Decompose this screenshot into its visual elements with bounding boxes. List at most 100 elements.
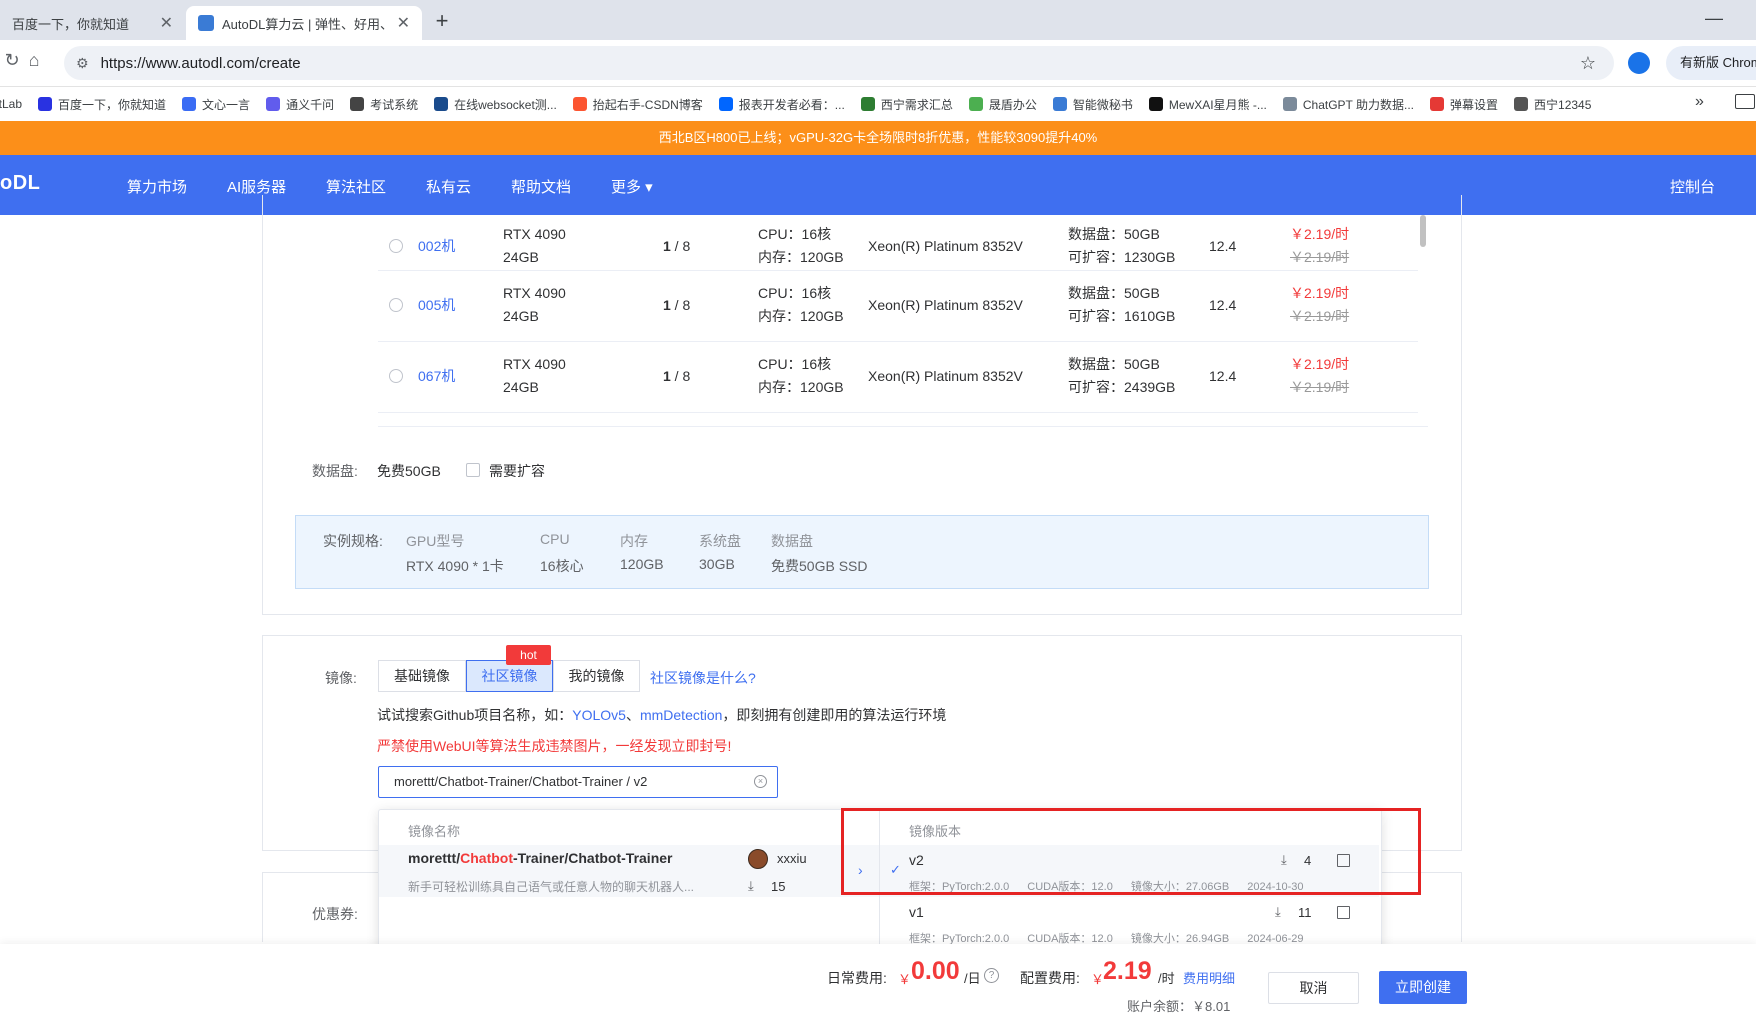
nav-item-private-cloud[interactable]: 私有云 <box>426 176 471 197</box>
gpu-machine-row[interactable]: 1 / 8 002机 RTX 4090 24GB CPU：16核 内存：120GB Xeon… <box>378 215 1418 271</box>
expand-disk-label[interactable]: 需要扩容 <box>489 461 545 481</box>
bookmark-item[interactable]: 文心一言 <box>182 96 250 113</box>
browser-tab-baidu[interactable]: 百度一下，你就知道 ✕ <box>0 6 185 40</box>
expand-disk-checkbox[interactable] <box>466 463 480 477</box>
version-row-v1[interactable]: v1 框架：PyTorch:2.0.0 CUDA版本：12.0 镜像大小：26.94… <box>880 897 1379 949</box>
cpu-cores: CPU：16核 <box>758 285 832 301</box>
nav-item-docs[interactable]: 帮助文档 <box>511 176 571 197</box>
reload-icon[interactable]: ↻ <box>0 50 24 71</box>
bookmark-item[interactable]: 考试系统 <box>350 96 418 113</box>
address-bar[interactable]: ⚙ https://www.autodl.com/create ☆ <box>64 46 1614 80</box>
bookmark-favicon-icon <box>1148 97 1163 111</box>
close-icon[interactable]: ✕ <box>397 13 410 33</box>
daily-cost-unit: /日 <box>964 971 981 986</box>
bookmark-item[interactable]: 晟盾办公 <box>968 96 1037 113</box>
nav-console-link[interactable]: 控制台 <box>1670 176 1715 197</box>
cpu-cores: CPU：16核 <box>758 356 832 372</box>
bookmark-item[interactable]: 通义千问 <box>266 96 334 113</box>
gpu-model: RTX 4090 <box>503 226 566 242</box>
bookmark-item[interactable]: MewXAI星月熊 -... <box>1148 96 1267 113</box>
bookmark-item[interactable]: 抬起右手-CSDN博客 <box>572 96 703 113</box>
bookmark-item[interactable]: 弹幕设置 <box>1430 96 1498 113</box>
bookmark-item[interactable]: 百度一下，你就知道 <box>38 96 166 113</box>
browser-tab-autodl[interactable]: AutoDL算力云 | 弹性、好用、省 ✕ <box>186 6 422 40</box>
chrome-update-button[interactable]: 有新版 Chrom <box>1666 46 1756 80</box>
spec-value-datadisk: 免费50GB SSD <box>771 558 868 574</box>
daily-cost-amount: 0.00 <box>911 957 960 985</box>
bookmark-label: ChatGPT 助力数据... <box>1302 97 1415 112</box>
image-search-input[interactable]: morettt/Chatbot-Trainer/Chatbot-Trainer … <box>378 766 778 798</box>
spec-value-sysdisk: 30GB <box>699 556 735 572</box>
download-icon: ⤓ <box>1275 904 1281 919</box>
search-input-value[interactable]: morettt/Chatbot-Trainer/Chatbot-Trainer … <box>394 774 647 789</box>
gpu-total-count: / 8 <box>670 297 691 313</box>
config-cost-label: 配置费用: <box>1020 970 1080 986</box>
tip-separator: 、 <box>625 707 640 723</box>
data-disk: 数据盘：50GB <box>1068 226 1160 242</box>
machine-id[interactable]: 067机 <box>418 365 455 388</box>
bookmark-item[interactable]: ChatGPT 助力数据... <box>1282 96 1415 113</box>
bookmark-label: 报表开发者必看：... <box>738 97 845 112</box>
bookmark-favicon-icon <box>350 97 365 111</box>
cuda-version: 12.4 <box>1209 238 1237 254</box>
bookmark-favicon-icon <box>266 97 281 111</box>
site-info-icon[interactable]: ⚙ <box>76 55 89 72</box>
nav-item-community[interactable]: 算法社区 <box>326 176 386 197</box>
gpu-machine-row[interactable]: 1 / 8 067机 RTX 4090 24GB CPU：16核 内存：120GB Xeon… <box>378 341 1418 413</box>
profile-avatar-icon[interactable] <box>1628 52 1650 74</box>
promo-banner[interactable]: 西北B区H800已上线；vGPU-32G卡全场限时8折优惠，性能较3090提升4… <box>0 121 1756 155</box>
bookmark-item[interactable]: 西宁12345 <box>1514 96 1591 113</box>
bookmark-favicon-icon <box>718 97 733 111</box>
download-icon: ⤓ <box>748 878 754 893</box>
help-icon[interactable]: ? <box>984 968 999 983</box>
machine-radio[interactable] <box>389 298 403 312</box>
cancel-button[interactable]: 取消 <box>1268 972 1359 1004</box>
minimize-window-button[interactable]: — <box>1705 8 1723 29</box>
url-text[interactable]: https://www.autodl.com/create <box>101 55 301 72</box>
tab-base-image[interactable]: 基础镜像 <box>378 660 466 692</box>
close-icon[interactable]: ✕ <box>160 13 173 33</box>
nav-item-market[interactable]: 算力市场 <box>127 176 187 197</box>
spec-header-mem: 内存 <box>620 533 648 549</box>
open-external-icon[interactable] <box>1337 906 1350 919</box>
price: ￥2.19/时 <box>1290 356 1350 372</box>
version-download-count: 11 <box>1298 905 1312 920</box>
bookmark-star-icon[interactable]: ☆ <box>1580 53 1596 74</box>
bookmark-item[interactable]: 智能微秘书 <box>1052 96 1133 113</box>
gpu-machine-row[interactable]: 1 / 8 005机 RTX 4090 24GB CPU：16核 内存：120GB Xeon… <box>378 270 1418 342</box>
nav-item-ai-server[interactable]: AI服务器 <box>227 176 286 197</box>
bookmark-item[interactable]: 在线websocket测... <box>434 96 557 113</box>
machine-radio[interactable] <box>389 239 403 253</box>
home-icon[interactable]: ⌂ <box>22 50 46 71</box>
bookmark-label: 在线websocket测... <box>454 97 557 112</box>
site-logo[interactable]: oDL <box>0 172 40 195</box>
more-bookmarks-icon[interactable]: » <box>1695 93 1704 111</box>
search-tip: 试试搜索Github项目名称，如：YOLOv5、mmDetection，即刻拥有… <box>377 705 946 725</box>
tip-link-mmdetection[interactable]: mmDetection <box>640 707 722 723</box>
new-tab-button[interactable]: + <box>428 8 456 34</box>
original-price: ￥2.19/时 <box>1290 249 1350 265</box>
tab-my-image[interactable]: 我的镜像 <box>553 660 640 692</box>
autodl-favicon-icon <box>198 15 214 31</box>
machine-radio[interactable] <box>389 369 403 383</box>
bookmark-favicon-icon <box>1514 97 1529 111</box>
cost-detail-link[interactable]: 费用明细 <box>1183 968 1235 987</box>
tip-link-yolov5[interactable]: YOLOv5 <box>572 707 626 723</box>
machine-id[interactable]: 002机 <box>418 235 455 258</box>
community-image-help-link[interactable]: 社区镜像是什么? <box>650 668 756 688</box>
machine-id[interactable]: 005机 <box>418 294 455 317</box>
bookmark-item[interactable]: itLab <box>0 97 22 111</box>
bookmark-item[interactable]: 报表开发者必看：... <box>718 96 845 113</box>
list-scrollbar[interactable] <box>1420 215 1426 247</box>
data-disk: 数据盘：50GB <box>1068 356 1160 372</box>
folder-icon[interactable] <box>1735 94 1755 109</box>
nav-item-more[interactable]: 更多 ▾ <box>611 176 653 197</box>
image-result-name[interactable]: morettt/Chatbot-Trainer/Chatbot-Trainer <box>408 850 672 866</box>
memory-size: 内存：120GB <box>758 308 844 324</box>
create-now-button[interactable]: 立即创建 <box>1379 971 1467 1004</box>
clear-icon[interactable]: × <box>754 775 767 788</box>
bookmark-favicon-icon <box>1052 97 1067 111</box>
bookmark-label: 通义千问 <box>286 97 335 112</box>
bookmark-favicon-icon <box>182 97 197 111</box>
bookmark-item[interactable]: 西宁需求汇总 <box>860 96 953 113</box>
